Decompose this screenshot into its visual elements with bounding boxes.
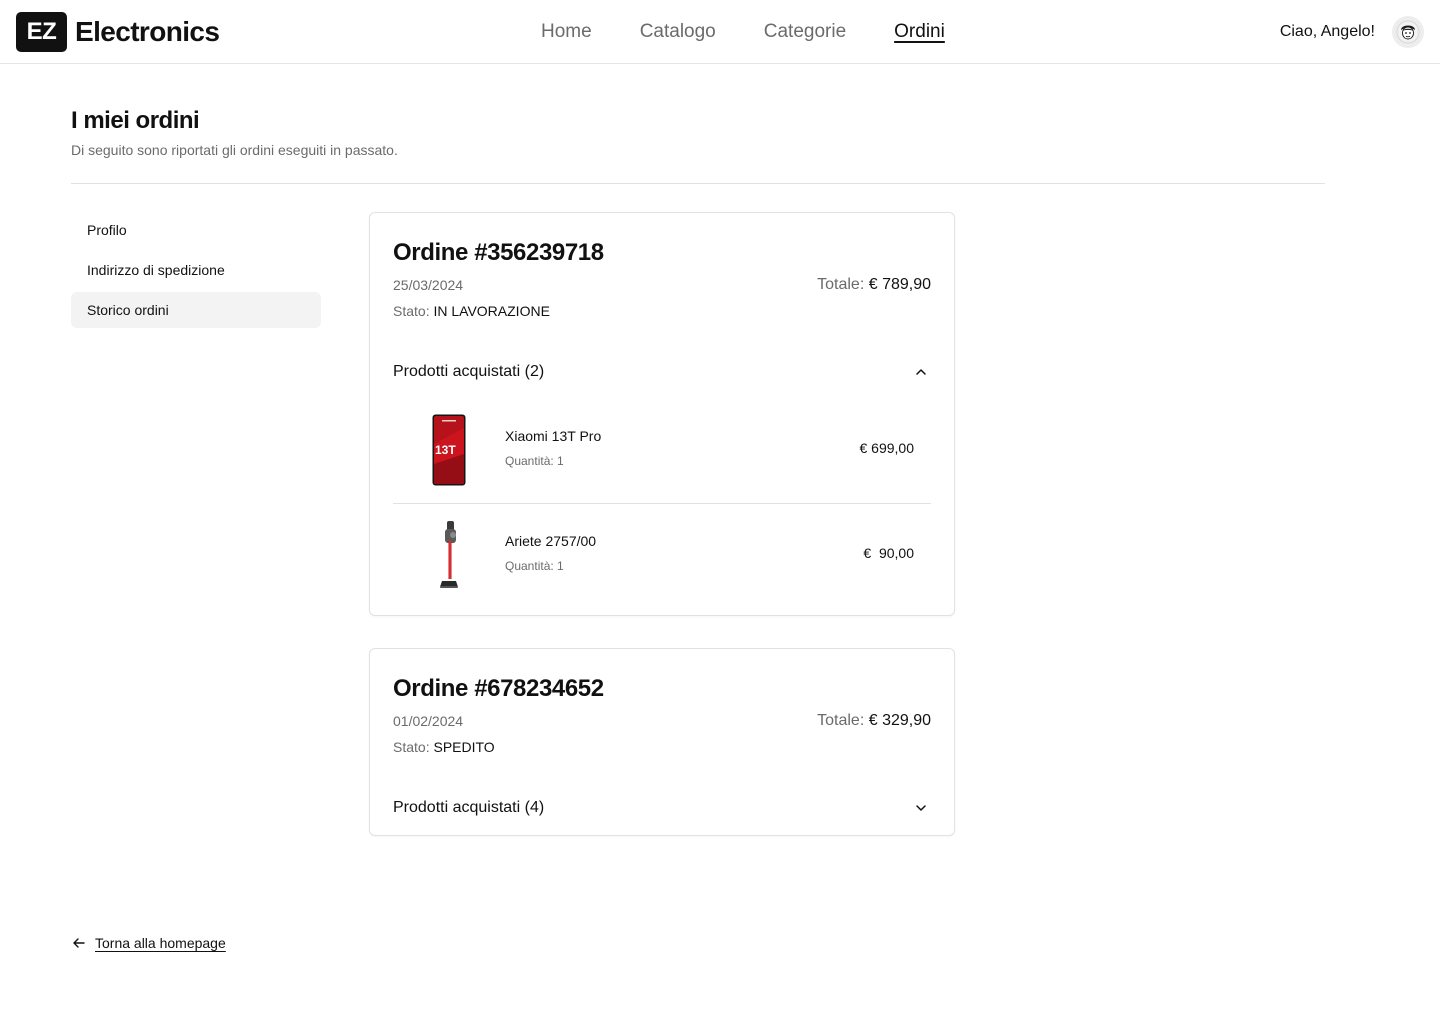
products-accordion-toggle[interactable]: Prodotti acquistati (2) <box>393 360 931 384</box>
divider <box>71 183 1325 184</box>
product-name: Xiaomi 13T Pro <box>505 428 602 444</box>
chevron-down-icon <box>916 805 926 811</box>
sidebar-item-indirizzo[interactable]: Indirizzo di spedizione <box>71 252 321 288</box>
order-total-label: Totale: <box>817 712 865 729</box>
product-price: € 699,00 <box>859 440 915 456</box>
order-total: Totale: € 789,90 <box>817 275 931 295</box>
product-quantity: Quantità: 1 <box>505 454 564 468</box>
product-quantity: Quantità: 1 <box>505 559 564 573</box>
order-status: Stato: IN LAVORAZIONE <box>393 302 550 320</box>
top-navbar: EZ Electronics Home Catalogo Categorie O… <box>0 0 1440 64</box>
products-accordion-label: Prodotti acquistati (4) <box>393 799 545 816</box>
products-accordion-label: Prodotti acquistati (2) <box>393 363 545 380</box>
nav-home[interactable]: Home <box>541 20 592 44</box>
product-row: 13T Xiaomi 13T Pro Quantità: 1 € 699,00 <box>393 399 931 503</box>
main-nav: Home Catalogo Categorie Ordini <box>541 20 945 44</box>
order-status-value: IN LAVORAZIONE <box>433 303 550 319</box>
order-card: Ordine #678234652 01/02/2024 Stato: SPED… <box>369 648 955 836</box>
order-status-label: Stato: <box>393 739 430 755</box>
logo-mark: EZ <box>16 12 67 52</box>
product-name: Ariete 2757/00 <box>505 533 597 549</box>
nav-ordini[interactable]: Ordini <box>894 20 945 44</box>
order-total: Totale: € 329,90 <box>817 711 931 731</box>
logo-text: Electronics <box>75 16 220 47</box>
order-card: Ordine #356239718 25/03/2024 Stato: IN L… <box>369 212 955 616</box>
nav-categorie[interactable]: Categorie <box>764 20 846 44</box>
sidebar-item-profilo[interactable]: Profilo <box>71 212 321 248</box>
vacuum-cleaner-image <box>425 517 473 593</box>
nav-catalogo[interactable]: Catalogo <box>640 20 716 44</box>
order-total-value: € 329,90 <box>868 712 931 729</box>
user-greeting: Ciao, Angelo! <box>1279 23 1375 40</box>
product-price: € 90,00 <box>863 545 914 561</box>
order-total-value: € 789,90 <box>868 276 931 293</box>
arrow-left-icon <box>73 938 85 948</box>
order-date: 25/03/2024 <box>393 277 464 293</box>
product-list: 13T Xiaomi 13T Pro Quantità: 1 € 699,00 … <box>393 399 931 607</box>
order-status-label: Stato: <box>393 303 430 319</box>
order-total-label: Totale: <box>817 276 865 293</box>
page-title: I miei ordini <box>71 107 200 134</box>
order-status: Stato: SPEDITO <box>393 738 495 756</box>
order-status-value: SPEDITO <box>433 739 495 755</box>
product-row: Ariete 2757/00 Quantità: 1 € 90,00 <box>393 503 931 607</box>
order-title: Ordine #678234652 <box>393 675 604 702</box>
brand-logo[interactable]: EZ Electronics <box>16 12 220 52</box>
user-avatar-icon[interactable] <box>1392 16 1424 48</box>
chevron-up-icon <box>916 369 926 375</box>
order-date: 01/02/2024 <box>393 713 464 729</box>
page-subtitle: Di seguito sono riportati gli ordini ese… <box>71 142 398 158</box>
smartphone-image: 13T <box>425 412 473 488</box>
products-accordion-toggle[interactable]: Prodotti acquistati (4) <box>393 796 931 820</box>
back-link-label: Torna alla homepage <box>95 935 226 951</box>
sidebar-item-storico-ordini[interactable]: Storico ordini <box>71 292 321 328</box>
back-to-homepage-link[interactable]: Torna alla homepage <box>71 934 226 952</box>
order-title: Ordine #356239718 <box>393 239 604 266</box>
phone-model-text: 13T <box>435 443 456 457</box>
account-sidebar: Profilo Indirizzo di spedizione Storico … <box>71 212 321 332</box>
